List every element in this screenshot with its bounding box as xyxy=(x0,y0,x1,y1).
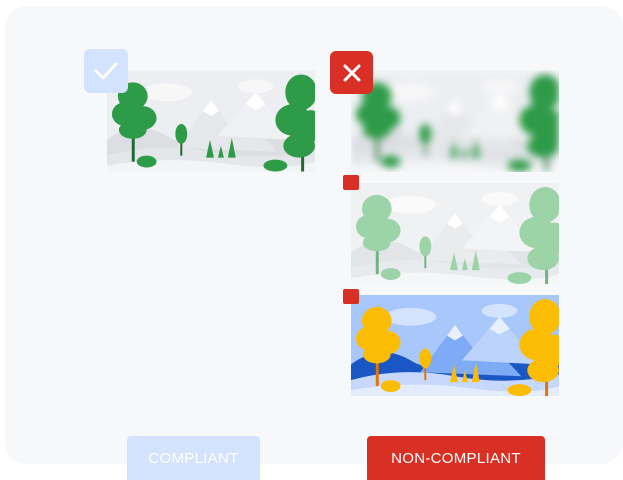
close-icon xyxy=(341,62,363,84)
check-icon xyxy=(93,61,119,81)
non-compliant-image-washed-out xyxy=(351,183,559,284)
compliant-button[interactable]: COMPLIANT xyxy=(127,436,260,480)
non-compliant-button[interactable]: NON-COMPLIANT xyxy=(367,436,545,480)
red-square-marker xyxy=(343,175,359,190)
non-compliant-badge xyxy=(330,51,373,94)
compliant-image xyxy=(107,70,315,172)
red-square-marker xyxy=(343,289,359,304)
non-compliant-image-recolored xyxy=(351,295,559,396)
non-compliant-image-blurred xyxy=(351,70,559,172)
compliant-badge xyxy=(84,49,128,93)
